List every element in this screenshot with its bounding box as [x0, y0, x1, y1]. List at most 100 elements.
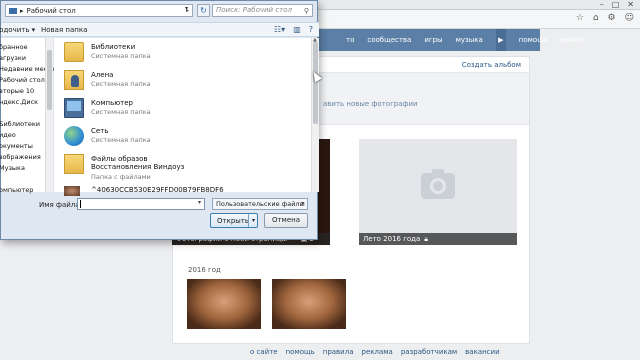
file-list: Библиотеки Системная папка Алена Системн… [54, 37, 319, 196]
camera-icon [421, 173, 455, 199]
file-open-dialog: ▸ Рабочий стол ▸ ▾ ↻ Поиск: Рабочий стол… [0, 0, 319, 240]
photo-thumbnail[interactable] [272, 279, 346, 329]
file-name: Компьютер [91, 99, 133, 107]
user-folder-icon [64, 70, 84, 90]
nav-item-desktop[interactable]: Рабочий стол [0, 76, 45, 84]
nav-item-videos[interactable]: идео [0, 131, 16, 139]
file-item-user[interactable]: Алена Системная папка [64, 68, 304, 94]
smile-icon[interactable]: ☺ [625, 13, 634, 23]
network-icon [64, 126, 84, 146]
organize-button[interactable]: рдочить ▾ [0, 26, 35, 34]
file-item-computer[interactable]: Компьютер Системная папка [64, 96, 304, 122]
footer-link-help[interactable]: помощь [286, 348, 315, 356]
nav-item-folder-10[interactable]: вторые 10 [0, 87, 34, 95]
year-heading: 2016 год [188, 266, 221, 274]
search-placeholder: Поиск: Рабочий стол [216, 6, 293, 14]
nav-item-documents[interactable]: окументы [0, 142, 33, 150]
maximize-button[interactable]: □ [612, 0, 620, 10]
open-button[interactable]: Открыть ▾ [210, 213, 258, 228]
footer-link-about[interactable]: о сайте [250, 348, 278, 356]
nav-scroll-thumb[interactable] [47, 50, 52, 110]
footer-link-developers[interactable]: разработчикам [401, 348, 457, 356]
album-caption: Лето 2016 года 🔒︎ [359, 233, 517, 245]
file-item-libraries[interactable]: Библиотеки Системная папка [64, 40, 304, 66]
close-button[interactable]: ✕ [627, 0, 634, 10]
libraries-folder-icon [64, 42, 84, 62]
desktop-icon [9, 7, 17, 14]
settings-icon[interactable]: ⚙ [608, 13, 616, 23]
chevron-down-icon: ▾ [300, 200, 304, 207]
window-controls: – □ ✕ [600, 0, 634, 10]
file-name: Файлы образов Восстановления Виндоуз [91, 155, 185, 171]
album-tile-summer-2016[interactable]: Лето 2016 года 🔒︎ [359, 139, 517, 245]
nav-item-favorites[interactable]: бранное [0, 43, 28, 51]
filename-label: Имя файла: [39, 201, 82, 209]
file-item-restore-images[interactable]: Файлы образов Восстановления Виндоуз Пап… [64, 152, 304, 184]
nav-item-logout[interactable]: выйти [561, 36, 584, 44]
footer-link-jobs[interactable]: вакансии [465, 348, 499, 356]
lock-icon: 🔒︎ [424, 235, 429, 243]
text-caret [80, 200, 81, 208]
filename-input[interactable]: ▾ [77, 198, 205, 210]
nav-item-help[interactable]: помощь [519, 36, 548, 44]
navigation-pane: бранное агрузки Недавние места Рабочий с… [0, 38, 55, 194]
chevron-down-icon[interactable]: ▾ [198, 199, 201, 206]
file-type: Системная папка [91, 52, 151, 60]
photo-thumbnail[interactable] [187, 279, 261, 329]
nav-item-people[interactable]: то [346, 36, 354, 44]
search-input[interactable]: Поиск: Рабочий стол ⚲ [212, 4, 313, 17]
refresh-icon: ↻ [200, 6, 207, 15]
cancel-button[interactable]: Отмена [264, 213, 308, 228]
create-album-link[interactable]: Создать альбом [462, 61, 521, 69]
view-options-icon[interactable]: ☷▾ [274, 25, 285, 34]
folder-icon [64, 154, 84, 174]
album-title: Лето 2016 года [363, 235, 421, 243]
computer-icon [64, 98, 84, 118]
star-icon[interactable]: ☆ [576, 13, 584, 23]
footer-link-ads[interactable]: реклама [362, 348, 393, 356]
vk-top-nav: то сообщества игры музыка ▶ помощь выйти [346, 29, 584, 51]
nav-item-games[interactable]: игры [424, 36, 442, 44]
file-item-network[interactable]: Сеть Системная папка [64, 124, 304, 150]
nav-item-yandex-disk[interactable]: ндекс.Диск [0, 98, 38, 106]
nav-scrollbar[interactable] [45, 38, 53, 192]
nav-item-music[interactable]: Музыка [0, 164, 25, 172]
browser-toolbar-icons: ☆ ⌂ ⚙ ☺ [576, 13, 634, 23]
file-name: Библиотеки [91, 43, 136, 51]
filetype-select[interactable]: Пользовательские файлы ▾ [212, 198, 308, 210]
filetype-value: Пользовательские файлы [216, 200, 305, 208]
home-icon[interactable]: ⌂ [593, 13, 599, 23]
address-row: ▸ Рабочий стол ▸ ▾ ↻ Поиск: Рабочий стол… [1, 4, 319, 18]
file-type: Системная папка [91, 136, 151, 144]
play-icon[interactable]: ▶ [495, 29, 506, 51]
help-icon[interactable]: ? [309, 25, 313, 34]
nav-item-libraries[interactable]: Библиотеки [0, 120, 40, 128]
footer-links: о сайте помощь правила реклама разработч… [250, 348, 500, 356]
dialog-bottom: Имя файла: ▾ Пользовательские файлы ▾ От… [1, 193, 319, 240]
nav-item-downloads[interactable]: агрузки [0, 54, 26, 62]
open-split-arrow-icon[interactable]: ▾ [248, 214, 258, 227]
footer-link-rules[interactable]: правила [323, 348, 354, 356]
command-bar: рдочить ▾ Новая папка ☷▾ ▥ ? [0, 22, 319, 37]
address-dropdown-icon[interactable]: ▾ [185, 5, 188, 12]
nav-item-pictures[interactable]: зображения [0, 153, 41, 161]
file-name: Алена [91, 71, 114, 79]
file-type: Системная папка [91, 80, 151, 88]
address-chevron-icon: ▸ [20, 6, 24, 15]
file-list-scrollbar[interactable]: ▲ [311, 37, 319, 192]
view-controls: ☷▾ ▥ ? [274, 25, 313, 34]
search-icon: ⚲ [303, 7, 309, 15]
new-folder-button[interactable]: Новая папка [41, 26, 87, 34]
open-button-label: Открыть [217, 217, 249, 225]
minimize-button[interactable]: – [600, 0, 604, 10]
file-list-scroll-thumb[interactable] [313, 42, 318, 124]
file-name: Сеть [91, 127, 109, 135]
address-bar[interactable]: ▸ Рабочий стол ▸ [5, 4, 193, 17]
refresh-button[interactable]: ↻ [197, 4, 210, 17]
nav-item-communities[interactable]: сообщества [367, 36, 411, 44]
preview-pane-icon[interactable]: ▥ [293, 25, 301, 34]
file-type: Папка с файлами [91, 173, 151, 181]
address-path: Рабочий стол [26, 6, 76, 15]
upload-text[interactable]: авить новые фотографии [323, 100, 418, 108]
nav-item-music[interactable]: музыка [456, 36, 483, 44]
